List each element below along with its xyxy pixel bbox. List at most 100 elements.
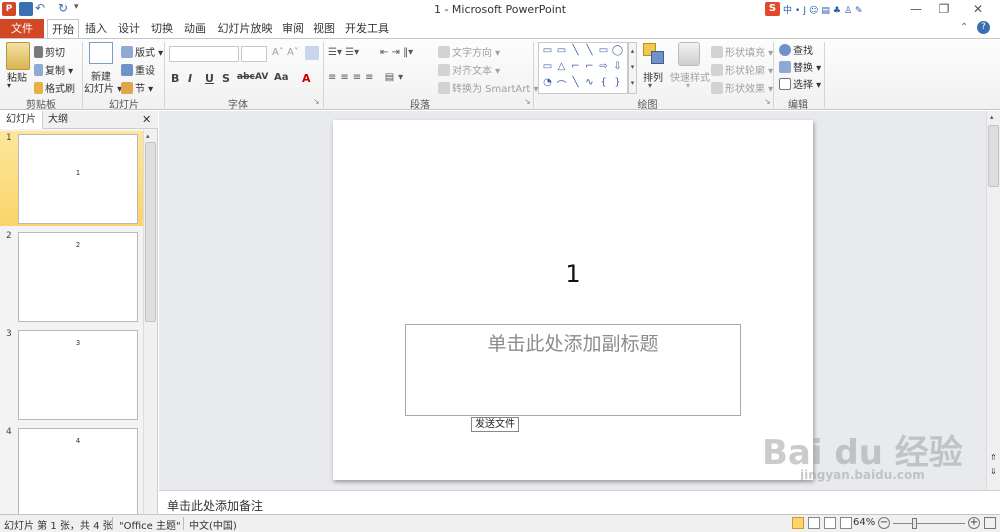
shape-gallery-item[interactable]: △ (555, 61, 568, 72)
shape-gallery-item[interactable]: } (611, 77, 624, 88)
fit-to-window-icon[interactable] (984, 517, 996, 529)
shape-gallery-item[interactable]: ▭ (541, 61, 554, 72)
reset-button[interactable]: 重设 (121, 62, 155, 77)
editor-scrollbar[interactable]: ▴ ⇑ ⇓ (986, 111, 1000, 490)
tab-view[interactable]: 视图 (310, 19, 338, 38)
shape-gallery-item[interactable]: ⌒ (555, 77, 568, 92)
tab-transitions[interactable]: 切换 (148, 19, 176, 38)
font-size-select[interactable] (241, 46, 267, 62)
slide-thumbnail[interactable]: 1 (18, 134, 138, 224)
notes-pane[interactable]: 单击此处添加备注 (159, 490, 1000, 514)
replace-button[interactable]: 替换 ▾ (779, 59, 821, 74)
bold-button[interactable]: B (171, 72, 179, 85)
character-spacing-button[interactable]: AV (255, 72, 268, 82)
slide-thumbnail-row[interactable]: 3 3 (0, 327, 143, 422)
shadow-button[interactable]: S (222, 72, 230, 85)
tab-design[interactable]: 设计 (115, 19, 143, 38)
tab-slideshow[interactable]: 幻灯片放映 (214, 19, 276, 38)
shape-gallery-item[interactable]: ╲ (569, 45, 582, 56)
indent-buttons[interactable]: ⇤ ⇥ ‖▾ (380, 47, 413, 58)
arrange-icon[interactable] (643, 43, 665, 65)
shape-fill-button[interactable]: 形状填充 ▾ (711, 44, 773, 59)
text-direction-button[interactable]: 文字方向 ▾ (438, 44, 500, 59)
cut-button[interactable]: 剪切 (34, 44, 65, 59)
underline-button[interactable]: U (205, 72, 214, 85)
tab-file[interactable]: 文件 (0, 19, 44, 38)
collapse-ribbon-icon[interactable]: ⌃ (960, 22, 968, 33)
slide-thumbnail[interactable]: 2 (18, 232, 138, 322)
copy-button[interactable]: 复制 ▾ (34, 62, 73, 77)
slide-sorter-view-icon[interactable] (808, 517, 820, 529)
subtitle-placeholder[interactable]: 单击此处添加副标题 (405, 324, 741, 416)
arrange-button[interactable]: 排列 (643, 69, 663, 84)
tab-home[interactable]: 开始 (47, 19, 79, 39)
zoom-out-icon[interactable]: − (878, 517, 890, 529)
shape-gallery-item[interactable]: ◔ (541, 77, 554, 88)
tab-review[interactable]: 审阅 (279, 19, 307, 38)
shape-gallery-item[interactable]: ▭ (597, 45, 610, 56)
font-color-button[interactable]: A (302, 72, 311, 85)
slide-thumbnail[interactable]: 3 (18, 330, 138, 420)
shape-gallery-item[interactable]: ◯ (611, 45, 624, 56)
slide-thumbnail-row[interactable]: 4 4 (0, 425, 143, 514)
ime-toolbar-item[interactable]: 中 (783, 6, 795, 16)
clear-formatting-icon[interactable] (305, 46, 319, 60)
ime-toolbar[interactable]: 中•J☺▤♣♙✎ (783, 3, 866, 16)
restore-button[interactable]: ❐ (930, 0, 958, 19)
shape-outline-button[interactable]: 形状轮廓 ▾ (711, 62, 773, 77)
strikethrough-button[interactable]: abc (237, 72, 255, 82)
slide-thumbnail-row[interactable]: 2 2 (0, 229, 143, 324)
ime-toolbar-item[interactable]: ♙ (844, 6, 855, 16)
shape-gallery-item[interactable]: ⇩ (611, 61, 624, 72)
layout-button[interactable]: 版式 ▾ (121, 44, 163, 59)
shapes-gallery-scroll[interactable]: ▴ ▾ ▾ (628, 42, 637, 94)
language-status[interactable]: 中文(中国) (189, 517, 237, 532)
slide-canvas[interactable]: 1 单击此处添加副标题 发送文件 (333, 120, 813, 480)
shape-gallery-item[interactable]: ▭ (555, 45, 568, 56)
close-pane-icon[interactable]: ✕ (142, 113, 151, 126)
shape-gallery-item[interactable]: ∿ (583, 77, 596, 88)
ime-logo-icon[interactable]: S (765, 2, 780, 16)
shape-gallery-item[interactable]: ⌐ (569, 61, 582, 72)
normal-view-icon[interactable] (792, 517, 804, 529)
shape-gallery-item[interactable]: ╲ (569, 77, 582, 88)
theme-status[interactable]: "Office 主题" (119, 517, 181, 532)
close-button[interactable]: ✕ (960, 0, 996, 19)
scrollbar-thumb[interactable] (988, 125, 999, 187)
alignment-buttons[interactable]: ≡≡≡≡ ▤▾ (328, 72, 407, 83)
change-case-button[interactable]: Aa (274, 72, 289, 83)
shape-gallery-item[interactable]: ╲ (583, 45, 596, 56)
tab-developer[interactable]: 开发工具 (343, 19, 391, 38)
convert-smartart-button[interactable]: 转换为 SmartArt ▾ (438, 80, 539, 95)
font-family-select[interactable] (169, 46, 239, 62)
scrollbar-thumb[interactable] (145, 142, 156, 322)
scroll-up-icon[interactable]: ▴ (990, 113, 994, 121)
scroll-up-icon[interactable]: ▴ (146, 132, 150, 140)
shape-effects-button[interactable]: 形状效果 ▾ (711, 80, 773, 95)
slideshow-view-icon[interactable] (840, 517, 852, 529)
slide-title[interactable]: 1 (333, 260, 813, 288)
shapes-gallery[interactable]: ▭ ▭ ╲ ╲ ▭ ◯ ▭ △ ⌐ ⌐ ⇨ ⇩ ◔ ⌒ ╲ ∿{} (538, 42, 628, 94)
quick-styles-dropdown-icon[interactable]: ▾ (686, 81, 690, 90)
slides-pane-scrollbar[interactable]: ▴ (143, 130, 157, 514)
quick-styles-icon[interactable] (678, 42, 700, 66)
help-icon[interactable]: ? (977, 21, 990, 34)
new-slide-icon[interactable] (89, 42, 113, 64)
paste-dropdown-icon[interactable]: ▾ (7, 81, 11, 90)
paste-icon[interactable] (6, 42, 30, 70)
grow-font-button[interactable]: A˄ A˅ (272, 47, 299, 58)
arrange-dropdown-icon[interactable]: ▾ (648, 81, 652, 90)
bullets-button[interactable]: ☰▾ ☰▾ (328, 47, 359, 58)
zoom-slider-track[interactable] (893, 523, 965, 524)
new-slide-label[interactable]: 幻灯片 ▾ (84, 80, 122, 95)
ime-toolbar-item[interactable]: ✎ (855, 6, 866, 16)
select-button[interactable]: 选择 ▾ (779, 76, 821, 91)
slide-thumbnail[interactable]: 4 (18, 428, 138, 514)
tab-insert[interactable]: 插入 (82, 19, 110, 38)
find-button[interactable]: 查找 (779, 42, 813, 57)
zoom-in-icon[interactable]: + (968, 517, 980, 529)
zoom-level[interactable]: 64% (853, 517, 875, 528)
next-slide-icon[interactable]: ⇓ (990, 467, 997, 476)
ime-toolbar-item[interactable]: ▤ (821, 6, 833, 16)
previous-slide-icon[interactable]: ⇑ (990, 453, 997, 462)
